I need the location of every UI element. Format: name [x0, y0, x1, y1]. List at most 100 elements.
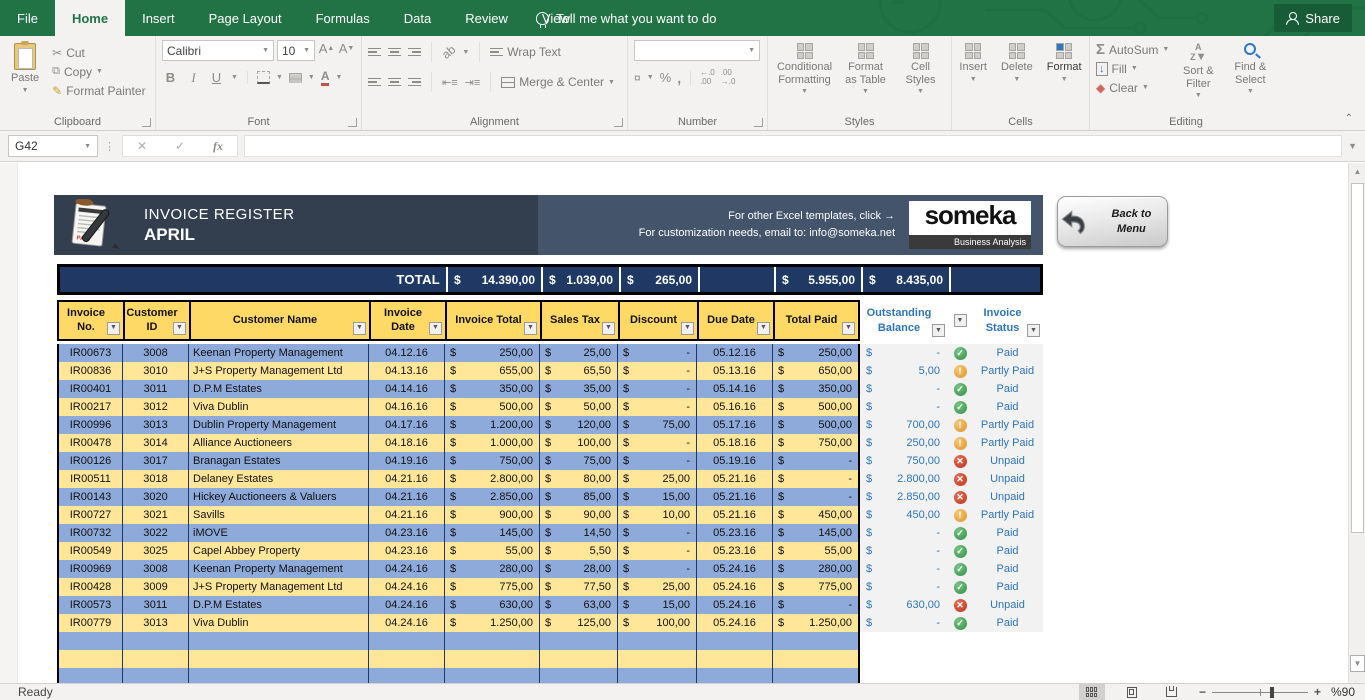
cell-invoice-no[interactable]: IR00732 [57, 524, 123, 542]
cell-invoice-date[interactable]: 04.14.16 [369, 380, 445, 398]
cell-due-date[interactable]: 05.23.16 [697, 542, 773, 560]
cell-customer-name[interactable]: D.P.M Estates [189, 380, 369, 398]
collapse-ribbon-icon[interactable]: ⌃ [1345, 113, 1353, 124]
cell-empty[interactable] [189, 650, 369, 668]
cell-customer-name[interactable]: Capel Abbey Property [189, 542, 369, 560]
cell-due-date[interactable]: 05.21.16 [697, 470, 773, 488]
borders-icon[interactable] [257, 71, 270, 84]
align-bottom-icon[interactable] [408, 46, 421, 59]
header-invoice-status[interactable]: Invoice Status▼ [972, 300, 1043, 341]
fill-color-icon[interactable] [289, 73, 302, 83]
table-row-empty[interactable] [57, 632, 1043, 650]
insert-cells-button[interactable]: Insert▼ [954, 40, 992, 87]
cell-empty[interactable] [540, 668, 618, 683]
cell-discount[interactable]: $- [618, 524, 697, 542]
cell-due-date[interactable]: 05.24.16 [697, 560, 773, 578]
cell-empty[interactable] [697, 668, 773, 683]
table-row-empty[interactable] [57, 650, 1043, 668]
increase-decimal-icon[interactable]: ←.0 .00 [700, 69, 715, 87]
cell-due-date[interactable]: 05.23.16 [697, 524, 773, 542]
cut-button[interactable]: ✂Cut [52, 43, 145, 62]
cell-invoice-status[interactable]: Unpaid [972, 488, 1043, 506]
expand-formula-bar-icon[interactable]: ▼ [1348, 141, 1357, 151]
cell-customer-id[interactable]: 3022 [123, 524, 189, 542]
insert-function-icon[interactable]: fx [199, 139, 237, 154]
cell-discount[interactable]: $- [618, 344, 697, 362]
back-to-menu-button[interactable]: Back to Menu [1057, 196, 1168, 247]
bold-button[interactable]: B [162, 69, 179, 86]
cell-invoice-total[interactable]: $655,00 [445, 362, 540, 380]
wrap-text-button[interactable]: Wrap Text [490, 43, 561, 62]
underline-dropdown-arrow[interactable]: ▼ [231, 74, 238, 81]
cell-total-paid[interactable]: $- [773, 488, 860, 506]
cell-due-date[interactable]: 05.21.16 [697, 506, 773, 524]
scroll-down-icon[interactable]: ▼ [1350, 655, 1365, 672]
cell-outstanding-balance[interactable]: $700,00 [860, 416, 948, 434]
total-outstanding-cell[interactable]: $8.435,00 [861, 267, 949, 292]
sort-filter-button[interactable]: AZ▼ Sort & Filter▼ [1175, 40, 1221, 103]
cell-invoice-date[interactable]: 04.12.16 [369, 344, 445, 362]
cell-customer-id[interactable]: 3010 [123, 362, 189, 380]
cell-invoice-status[interactable]: Partly Paid [972, 506, 1043, 524]
cell-invoice-status[interactable]: Unpaid [972, 596, 1043, 614]
cell-customer-id[interactable]: 3008 [123, 344, 189, 362]
format-as-table-button[interactable]: Format as Table▼ [837, 40, 895, 99]
font-name-combo[interactable]: Calibri▼ [162, 40, 274, 61]
cell-customer-name[interactable]: Savills [189, 506, 369, 524]
cell-empty[interactable] [618, 650, 697, 668]
cell-invoice-no[interactable]: IR00996 [57, 416, 123, 434]
cell-invoice-date[interactable]: 04.24.16 [369, 560, 445, 578]
cell-empty[interactable] [445, 632, 540, 650]
cell-invoice-no[interactable]: IR00969 [57, 560, 123, 578]
cell-invoice-no[interactable]: IR00673 [57, 344, 123, 362]
align-center-icon[interactable] [388, 76, 401, 89]
header-invoice-no[interactable]: Invoice No.▼ [59, 302, 125, 339]
header-status-icon-column[interactable]: ▼ [948, 300, 972, 341]
cell-invoice-no[interactable]: IR00836 [57, 362, 123, 380]
cell-invoice-status[interactable]: Paid [972, 380, 1043, 398]
cell-sales-tax[interactable]: $77,50 [540, 578, 618, 596]
cell-due-date[interactable]: 05.24.16 [697, 614, 773, 632]
filter-dropdown-icon[interactable]: ▼ [524, 322, 537, 335]
cell-invoice-date[interactable]: 04.17.16 [369, 416, 445, 434]
cell-customer-name[interactable]: Alliance Auctioneers [189, 434, 369, 452]
cell-invoice-no[interactable]: IR00478 [57, 434, 123, 452]
font-size-combo[interactable]: 10▼ [277, 40, 315, 61]
header-customer-id[interactable]: Customer ID▼ [125, 302, 191, 339]
cell-invoice-date[interactable]: 04.24.16 [369, 578, 445, 596]
merge-center-button[interactable]: Merge & Center▼ [501, 73, 615, 92]
cell-invoice-status[interactable]: Paid [972, 542, 1043, 560]
cell-sales-tax[interactable]: $28,00 [540, 560, 618, 578]
cell-empty[interactable] [445, 668, 540, 683]
cell-empty[interactable] [123, 650, 189, 668]
filter-dropdown-icon[interactable]: ▼ [602, 322, 615, 335]
decrease-decimal-icon[interactable]: .00 →.0 [721, 69, 736, 87]
cell-due-date[interactable]: 05.13.16 [697, 362, 773, 380]
cell-discount[interactable]: $- [618, 560, 697, 578]
cell-empty[interactable] [540, 650, 618, 668]
cell-empty[interactable] [369, 668, 445, 683]
cell-sales-tax[interactable]: $75,00 [540, 452, 618, 470]
cell-empty[interactable] [189, 668, 369, 683]
cell-styles-button[interactable]: Cell Styles▼ [897, 40, 945, 99]
total-sales-tax-cell[interactable]: $1.039,00 [541, 267, 619, 292]
cell-outstanding-balance[interactable]: $- [860, 542, 948, 560]
cell-invoice-status[interactable]: Partly Paid [972, 362, 1043, 380]
vertical-scrollbar[interactable]: ▲ ▼ [1348, 163, 1365, 683]
number-dialog-launcher[interactable] [754, 118, 763, 127]
orientation-icon[interactable]: ab [439, 42, 458, 61]
increase-indent-icon[interactable]: ⇥≡ [465, 76, 481, 89]
cell-total-paid[interactable]: $55,00 [773, 542, 860, 560]
cell-invoice-total[interactable]: $55,00 [445, 542, 540, 560]
cell-empty[interactable] [445, 650, 540, 668]
cell-customer-id[interactable]: 3021 [123, 506, 189, 524]
cell-invoice-total[interactable]: $2.850,00 [445, 488, 540, 506]
format-cells-button[interactable]: Format▼ [1042, 40, 1087, 87]
cell-invoice-status[interactable]: Unpaid [972, 452, 1043, 470]
cell-due-date[interactable]: 05.16.16 [697, 398, 773, 416]
cell-discount[interactable]: $10,00 [618, 506, 697, 524]
cell-sales-tax[interactable]: $63,00 [540, 596, 618, 614]
cell-invoice-total[interactable]: $500,00 [445, 398, 540, 416]
cell-outstanding-balance[interactable]: $- [860, 614, 948, 632]
cell-customer-name[interactable]: J+S Property Management Ltd [189, 578, 369, 596]
